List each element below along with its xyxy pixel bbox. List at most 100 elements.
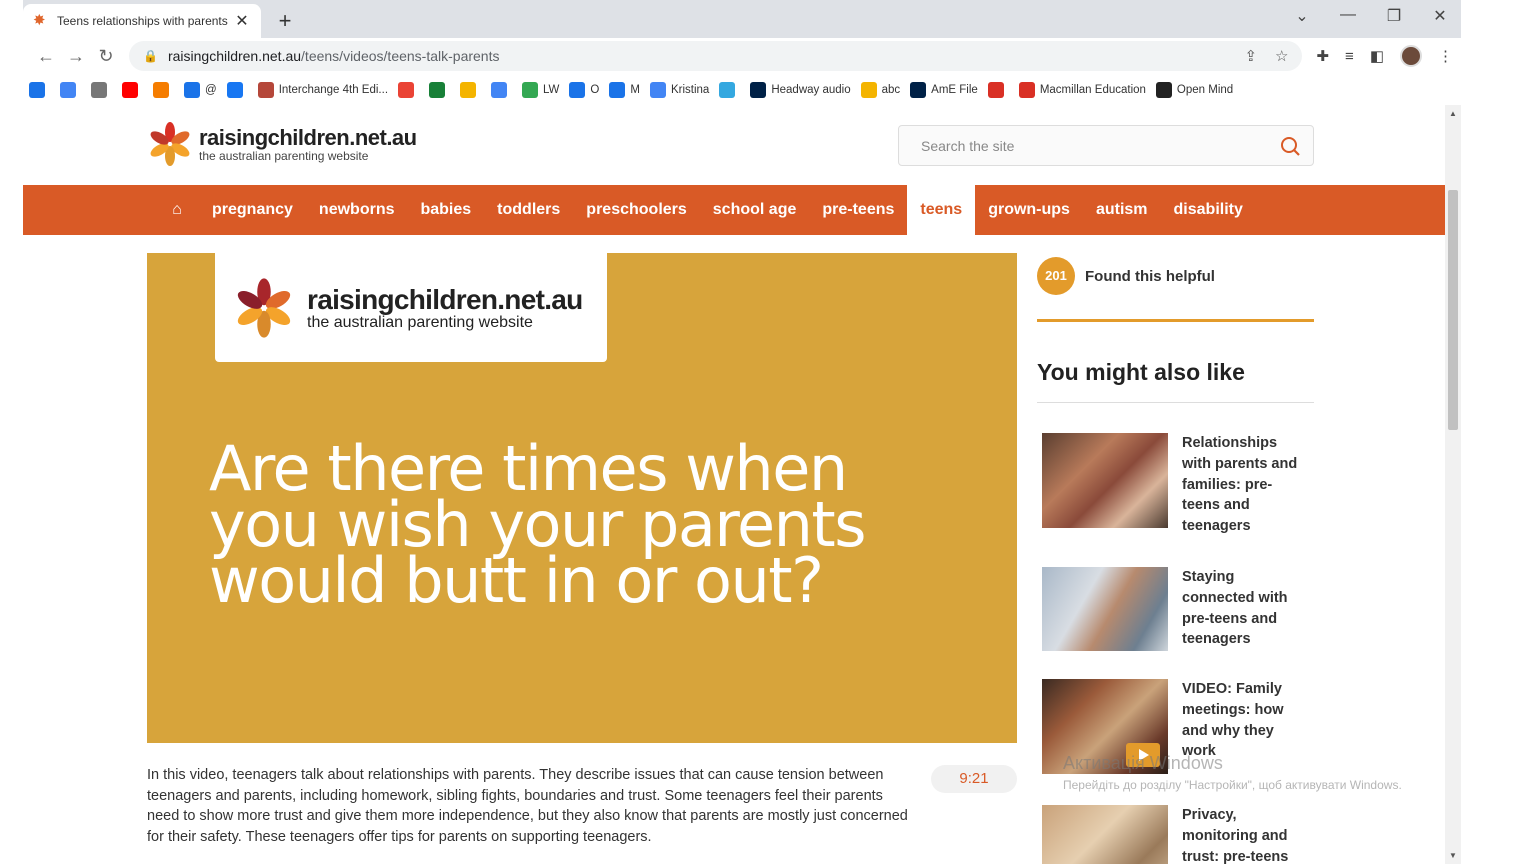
docs-icon [649,81,666,98]
puzzle-icon [719,81,736,98]
menu-kebab-icon[interactable]: ⋮ [1438,47,1453,65]
bookmark-item[interactable]: M [609,81,640,98]
new-tab-button[interactable]: + [273,8,297,34]
related-title: Privacy, monitoring and trust: pre-teens [1182,807,1289,864]
search-icon[interactable] [1279,135,1301,157]
scrollbar-thumb[interactable] [1448,190,1458,430]
bookmark-item[interactable]: Interchange 4th Edi... [257,81,388,98]
macmillan-icon [1155,81,1172,98]
restore-icon[interactable]: ❐ [1383,6,1405,26]
nav-item-disability[interactable]: disability [1161,185,1256,235]
bookmark-item[interactable]: Kristina [649,81,710,98]
nav-item-preschoolers[interactable]: preschoolers [573,185,699,235]
logo-flower-icon [237,277,291,338]
video-description: In this video, teenagers talk about rela… [147,767,908,846]
nav-item-school-age[interactable]: school age [700,185,810,235]
bookmark-item[interactable] [429,81,450,98]
address-bar[interactable]: 🔒 raisingchildren.net.au/teens/videos/te… [129,41,1303,71]
url-path: /teens/videos/teens-talk-parents [301,48,500,64]
bookmark-item[interactable]: @ [184,81,217,98]
bookmark-item[interactable]: Headway audio [750,81,851,98]
related-thumbnail [1042,433,1168,528]
extensions-puzzle-icon[interactable]: ✚ [1316,47,1329,65]
blogger-icon [153,81,169,98]
bookmark-item[interactable] [398,81,419,98]
reading-list-icon[interactable]: ≡ [1345,48,1354,65]
reload-icon[interactable]: ↻ [91,46,121,67]
tab-search-icon[interactable]: ⌄ [1291,6,1313,26]
profile-avatar[interactable] [1400,45,1422,67]
home-icon[interactable]: ⌂ [155,201,199,219]
bookmark-item[interactable] [91,81,112,98]
nav-item-teens[interactable]: teens [907,185,976,235]
video-logo-card: raisingchildren.net.au the australian pa… [215,253,607,362]
web-page: raisingchildren.net.au the australian pa… [23,105,1445,864]
bookmark-label: O [590,83,600,96]
bookmark-label: Macmillan Education [1039,83,1146,96]
related-item[interactable]: Staying connected with pre-teens and tee… [1042,567,1314,651]
add-icon [429,81,446,98]
bookmark-label: abc [881,83,901,96]
minimize-icon[interactable]: — [1337,6,1359,26]
drop-icon [609,81,626,98]
nav-item-newborns[interactable]: newborns [306,185,408,235]
bookmark-item[interactable] [153,81,174,98]
browser-tab[interactable]: ✸ Teens relationships with parents ✕ [23,4,261,38]
bookmark-item[interactable] [122,81,143,98]
page-scrollbar[interactable]: ▲ ▼ [1445,105,1461,864]
globe-icon [91,81,107,98]
main-nav: ⌂ pregnancy newborns babies toddlers prescho… [23,185,1445,235]
heart-icon [987,81,1004,98]
related-title: Staying connected with pre-teens and tee… [1182,569,1288,648]
search-input[interactable] [921,137,1279,154]
side-panel-icon[interactable]: ◧ [1370,47,1384,65]
bookmark-star-icon[interactable]: ☆ [1275,47,1288,65]
bookmark-item[interactable]: LW [522,81,560,98]
scroll-up-icon[interactable]: ▲ [1445,109,1461,118]
bookmark-item[interactable] [987,81,1009,98]
bookmark-item[interactable]: Macmillan Education [1018,81,1146,98]
oxford-icon [910,81,927,98]
scroll-down-icon[interactable]: ▼ [1445,851,1461,860]
bookmark-item[interactable]: O [569,81,600,98]
bookmark-item[interactable]: Open Mind [1155,81,1233,98]
close-window-icon[interactable]: ✕ [1429,6,1451,26]
video-player[interactable]: raisingchildren.net.au the australian pa… [147,253,1017,743]
facebook-icon [226,81,243,98]
nav-item-grown-ups[interactable]: grown-ups [975,185,1083,235]
back-icon[interactable]: ← [31,46,61,67]
forward-icon[interactable]: → [61,46,91,67]
watermark-subtitle: Перейдіть до розділу "Настройки", щоб ак… [1063,778,1402,792]
nav-item-toddlers[interactable]: toddlers [484,185,573,235]
related-item[interactable]: Relationships with parents and families:… [1042,433,1314,537]
info-icon [184,81,200,98]
bookmark-item[interactable]: abc [860,81,901,98]
nav-item-babies[interactable]: babies [407,185,484,235]
helpful-label: Found this helpful [1085,267,1215,285]
bookmark-item[interactable] [226,81,248,98]
also-like-heading: You might also like [1037,359,1245,385]
bookmark-item[interactable] [60,81,81,98]
browser-toolbar: ← → ↻ 🔒 raisingchildren.net.au/teens/vid… [23,38,1461,74]
nav-item-pre-teens[interactable]: pre-teens [809,185,907,235]
slides-icon [460,81,477,98]
bookmark-label: LW [543,83,560,96]
related-item[interactable]: Privacy, monitoring and trust: pre-teens [1042,805,1314,864]
helpful-widget[interactable]: 201 Found this helpful [1037,257,1215,295]
share-icon[interactable]: ⇪ [1244,47,1257,65]
site-search [898,125,1314,166]
nav-item-autism[interactable]: autism [1083,185,1161,235]
close-tab-icon[interactable]: ✕ [233,11,251,31]
site-logo[interactable]: raisingchildren.net.au the australian pa… [147,121,417,167]
bookmark-label: Kristina [670,83,710,96]
bookmark-item[interactable]: AmE File [910,81,978,98]
video-logo-tagline: the australian parenting website [307,313,533,331]
site-header: raisingchildren.net.au the australian pa… [23,105,1445,185]
bookmark-item[interactable] [460,81,481,98]
bookmark-item[interactable] [719,81,740,98]
nav-item-pregnancy[interactable]: pregnancy [199,185,306,235]
bookmarks-bar: @ Interchange 4th Edi... LW O M Kristina Headw… [23,74,1461,105]
helpful-count: 201 [1037,257,1075,295]
bookmark-item[interactable] [29,81,50,98]
bookmark-item[interactable] [491,81,512,98]
